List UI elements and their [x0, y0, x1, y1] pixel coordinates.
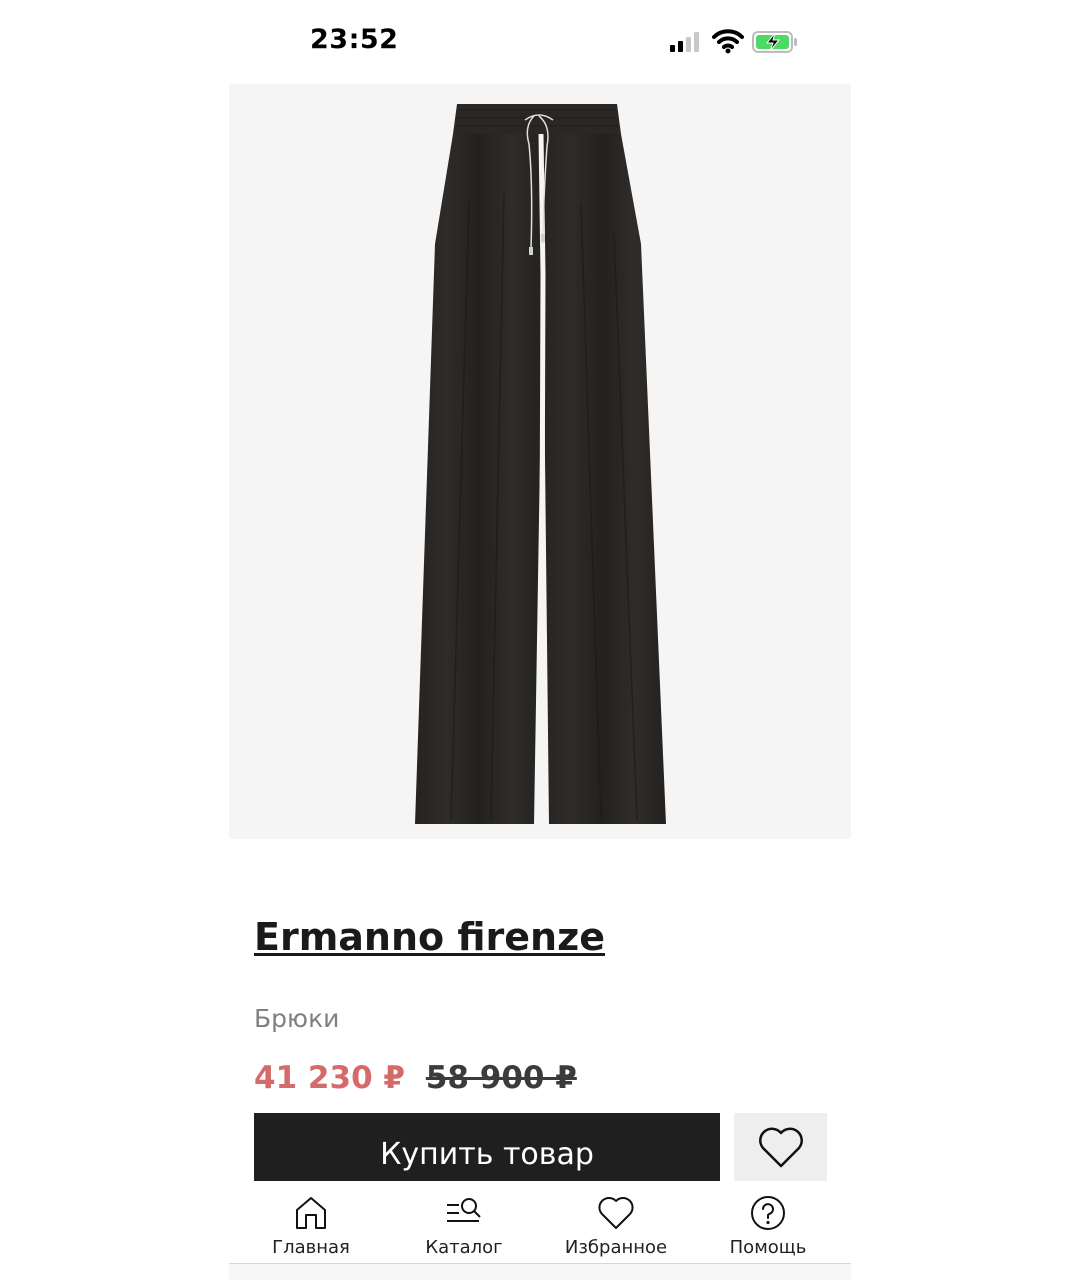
price-old: 58 900 ₽	[425, 1060, 577, 1096]
nav-item-favorites[interactable]: Избранное	[541, 1181, 691, 1263]
help-icon	[751, 1196, 785, 1230]
price-row: 41 230 ₽ 58 900 ₽	[254, 1060, 577, 1096]
nav-label-catalog: Каталог	[425, 1237, 503, 1258]
heart-icon	[758, 1127, 803, 1168]
add-to-favorites-button[interactable]	[734, 1113, 827, 1181]
wifi-icon	[712, 29, 744, 54]
catalog-search-icon	[447, 1198, 481, 1222]
heart-icon	[598, 1196, 634, 1229]
buy-button[interactable]: Купить товар	[254, 1113, 720, 1181]
product-image[interactable]	[229, 84, 851, 839]
nav-item-home[interactable]: Главная	[236, 1181, 386, 1263]
product-category: Брюки	[254, 1004, 340, 1033]
nav-label-favorites: Избранное	[564, 1237, 668, 1258]
status-bar: 23:52	[0, 0, 1080, 84]
home-icon	[296, 1197, 326, 1229]
nav-label-help: Помощь	[729, 1237, 807, 1258]
price-current: 41 230 ₽	[254, 1060, 406, 1096]
nav-item-catalog[interactable]: Каталог	[389, 1181, 539, 1263]
bottom-navigation: Главная Каталог Избранное Помощь	[229, 1181, 851, 1264]
status-time: 23:52	[310, 24, 399, 55]
cellular-signal-icon	[670, 32, 699, 52]
trousers-illustration	[415, 104, 666, 825]
home-indicator-area	[229, 1264, 851, 1280]
nav-item-help[interactable]: Помощь	[693, 1181, 843, 1263]
product-brand-link[interactable]: Ermanno firenze	[254, 918, 674, 956]
nav-label-home: Главная	[272, 1237, 350, 1258]
battery-charging-icon	[752, 31, 797, 53]
